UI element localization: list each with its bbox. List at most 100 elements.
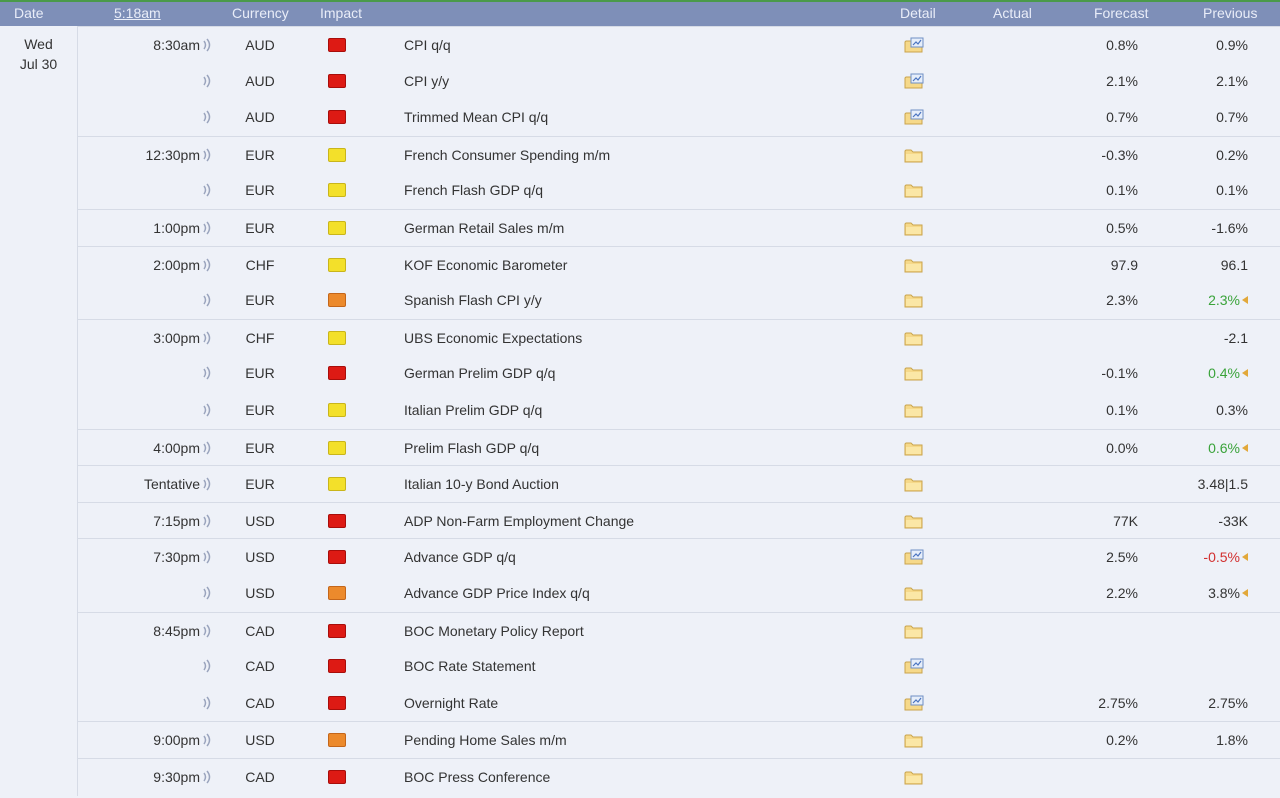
sound-alert-icon[interactable]: [202, 539, 212, 575]
table-row[interactable]: EUR Italian Prelim GDP q/q 0.1% 0.3%: [78, 392, 1280, 428]
impact-red-icon[interactable]: [328, 38, 346, 52]
table-row[interactable]: EUR Spanish Flash CPI y/y 2.3% 2.3%: [78, 282, 1280, 318]
sound-alert-icon[interactable]: [202, 430, 212, 466]
sound-alert-icon[interactable]: [202, 466, 212, 502]
revised-marker-icon[interactable]: [1242, 553, 1248, 562]
event-title[interactable]: Pending Home Sales m/m: [404, 722, 567, 758]
event-title[interactable]: BOC Rate Statement: [404, 648, 536, 684]
table-row[interactable]: 12:30pm EUR French Consumer Spending m/m -0…: [78, 135, 1280, 173]
impact-yellow-icon[interactable]: [328, 330, 346, 345]
folder-chart-icon[interactable]: [904, 539, 928, 575]
table-row[interactable]: CAD BOC Rate Statement: [78, 648, 1280, 684]
event-title[interactable]: KOF Economic Barometer: [404, 247, 567, 283]
event-title[interactable]: Trimmed Mean CPI q/q: [404, 99, 548, 135]
table-row[interactable]: 2:00pm CHF KOF Economic Barometer 97.9 96.1: [78, 245, 1280, 283]
table-row[interactable]: CAD Overnight Rate 2.75% 2.75%: [78, 685, 1280, 721]
impact-icon[interactable]: [328, 466, 350, 502]
sound-alert-icon[interactable]: [202, 247, 212, 283]
impact-icon[interactable]: [328, 63, 350, 99]
sound-alert-icon[interactable]: [202, 282, 212, 318]
folder-chart-icon[interactable]: [904, 685, 928, 721]
impact-icon[interactable]: [328, 503, 350, 539]
folder-chart-icon[interactable]: [904, 648, 928, 684]
table-row[interactable]: 9:30pm CAD BOC Press Conference: [78, 758, 1280, 795]
folder-icon[interactable]: [904, 137, 928, 173]
table-row[interactable]: Tentative EUR Italian 10-y Bond Auction 3.4…: [78, 465, 1280, 502]
event-title[interactable]: German Prelim GDP q/q: [404, 355, 555, 391]
sound-alert-icon[interactable]: [202, 210, 212, 246]
impact-icon[interactable]: [328, 320, 350, 356]
folder-chart-icon[interactable]: [904, 27, 928, 63]
table-row[interactable]: AUD Trimmed Mean CPI q/q 0.7% 0.7%: [78, 99, 1280, 135]
impact-icon[interactable]: [328, 99, 350, 135]
folder-icon[interactable]: [904, 282, 928, 318]
event-title[interactable]: UBS Economic Expectations: [404, 320, 582, 356]
folder-icon[interactable]: [904, 722, 928, 758]
folder-chart-icon[interactable]: [904, 63, 928, 99]
impact-red-icon[interactable]: [328, 110, 346, 125]
sound-alert-icon[interactable]: [202, 722, 212, 758]
impact-yellow-icon[interactable]: [328, 257, 346, 272]
sound-alert-icon[interactable]: [202, 759, 212, 795]
folder-chart-icon[interactable]: [904, 99, 928, 135]
impact-icon[interactable]: [328, 392, 350, 428]
impact-yellow-icon[interactable]: [328, 477, 346, 492]
impact-icon[interactable]: [328, 430, 350, 466]
sound-alert-icon[interactable]: [202, 172, 212, 208]
event-title[interactable]: Advance GDP Price Index q/q: [404, 575, 590, 611]
folder-icon[interactable]: [904, 392, 928, 428]
folder-icon[interactable]: [904, 503, 928, 539]
sound-alert-icon[interactable]: [202, 99, 212, 135]
sound-alert-icon[interactable]: [202, 613, 212, 649]
impact-red-icon[interactable]: [328, 366, 346, 381]
event-title[interactable]: CPI y/y: [404, 63, 449, 99]
revised-marker-icon[interactable]: [1242, 296, 1248, 305]
sound-alert-icon[interactable]: [202, 575, 212, 611]
table-row[interactable]: USD Advance GDP Price Index q/q 2.2% 3.8%: [78, 575, 1280, 611]
impact-icon[interactable]: [328, 685, 350, 721]
event-title[interactable]: BOC Monetary Policy Report: [404, 613, 584, 649]
impact-red-icon[interactable]: [328, 695, 346, 710]
table-row[interactable]: 4:00pm EUR Prelim Flash GDP q/q 0.0% 0.6%: [78, 428, 1280, 466]
event-title[interactable]: French Flash GDP q/q: [404, 172, 543, 208]
event-title[interactable]: Prelim Flash GDP q/q: [404, 430, 539, 466]
header-current-time[interactable]: 5:18am: [114, 5, 161, 21]
impact-orange-icon[interactable]: [328, 586, 346, 600]
sound-alert-icon[interactable]: [202, 137, 212, 173]
folder-icon[interactable]: [904, 430, 928, 466]
impact-orange-icon[interactable]: [328, 293, 346, 308]
event-title[interactable]: Italian 10-y Bond Auction: [404, 466, 559, 502]
folder-icon[interactable]: [904, 355, 928, 391]
impact-red-icon[interactable]: [328, 513, 346, 528]
sound-alert-icon[interactable]: [202, 63, 212, 99]
event-title[interactable]: Overnight Rate: [404, 685, 498, 721]
event-title[interactable]: ADP Non-Farm Employment Change: [404, 503, 634, 539]
table-row[interactable]: AUD CPI y/y 2.1% 2.1%: [78, 63, 1280, 99]
impact-icon[interactable]: [328, 759, 350, 795]
impact-yellow-icon[interactable]: [328, 403, 346, 417]
impact-icon[interactable]: [328, 539, 350, 575]
folder-icon[interactable]: [904, 466, 928, 502]
impact-red-icon[interactable]: [328, 770, 346, 784]
table-row[interactable]: 8:30am AUD CPI q/q 0.8% 0.9%: [78, 26, 1280, 63]
impact-yellow-icon[interactable]: [328, 440, 346, 455]
impact-icon[interactable]: [328, 355, 350, 391]
table-row[interactable]: 9:00pm USD Pending Home Sales m/m 0.2% 1.8%: [78, 721, 1280, 758]
impact-icon[interactable]: [328, 648, 350, 684]
event-title[interactable]: German Retail Sales m/m: [404, 210, 564, 246]
event-title[interactable]: Italian Prelim GDP q/q: [404, 392, 542, 428]
sound-alert-icon[interactable]: [202, 648, 212, 684]
table-row[interactable]: 8:45pm CAD BOC Monetary Policy Report: [78, 611, 1280, 649]
impact-red-icon[interactable]: [328, 623, 346, 638]
impact-red-icon[interactable]: [328, 659, 346, 674]
revised-marker-icon[interactable]: [1242, 589, 1248, 597]
sound-alert-icon[interactable]: [202, 355, 212, 391]
event-title[interactable]: Spanish Flash CPI y/y: [404, 282, 542, 318]
impact-icon[interactable]: [328, 172, 350, 208]
sound-alert-icon[interactable]: [202, 27, 212, 63]
table-row[interactable]: 7:15pm USD ADP Non-Farm Employment Change 7…: [78, 501, 1280, 539]
event-title[interactable]: BOC Press Conference: [404, 759, 550, 795]
impact-icon[interactable]: [328, 27, 350, 63]
impact-icon[interactable]: [328, 575, 350, 611]
impact-icon[interactable]: [328, 137, 350, 173]
